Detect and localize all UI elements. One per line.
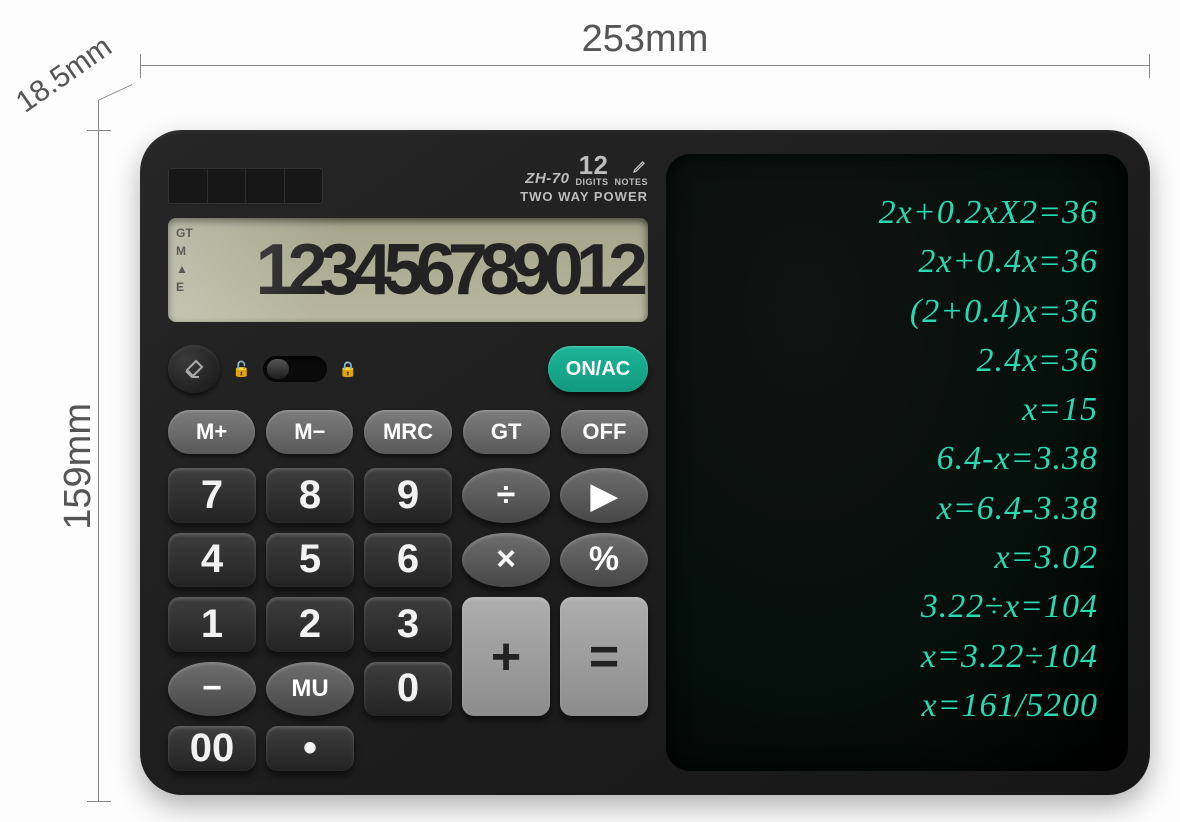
dimension-height-label: 159mm	[57, 403, 100, 530]
key-plus[interactable]: +	[462, 597, 550, 716]
erase-button[interactable]	[168, 345, 220, 393]
key-minus[interactable]: −	[168, 662, 256, 716]
writing-pad[interactable]: 2x+0.2xX2=36 2x+0.4x=36 (2+0.4)x=36 2.4x…	[666, 154, 1128, 771]
key-equals[interactable]: =	[560, 597, 648, 716]
calculator-header: ZH-70 12 DIGITS NOTES TWO WAY POWER	[168, 154, 648, 204]
key-percent[interactable]: %	[560, 533, 648, 587]
mrc-button[interactable]: MRC	[364, 410, 451, 454]
note-line: x=15	[696, 385, 1098, 434]
key-correct[interactable]: ▶	[560, 468, 648, 522]
m-minus-button[interactable]: M−	[266, 410, 353, 454]
key-0[interactable]: 0	[364, 662, 452, 716]
note-line: 6.4-x=3.38	[696, 434, 1098, 483]
solar-panel	[168, 168, 323, 204]
keypad: 7 8 9 ÷ ▶ 4 5 6 × % 1 2 3 − MU 0 00 • + …	[168, 468, 648, 771]
lock-icon: 🔒	[339, 360, 358, 378]
lock-switch[interactable]	[263, 356, 327, 382]
power-label: TWO WAY POWER	[520, 189, 648, 204]
note-line: 3.22÷x=104	[696, 582, 1098, 631]
key-6[interactable]: 6	[364, 533, 452, 587]
key-00[interactable]: 00	[168, 726, 256, 771]
key-3[interactable]: 3	[364, 597, 452, 651]
key-1[interactable]: 1	[168, 597, 256, 651]
notes-label: NOTES	[614, 177, 648, 187]
model-label: ZH-70	[525, 170, 569, 187]
lcd-value: 123456789012	[255, 229, 640, 311]
key-5[interactable]: 5	[266, 533, 354, 587]
note-line: 2.4x=36	[696, 336, 1098, 385]
key-7[interactable]: 7	[168, 468, 256, 522]
key-mu[interactable]: MU	[266, 662, 354, 716]
key-2[interactable]: 2	[266, 597, 354, 651]
key-point[interactable]: •	[266, 726, 354, 771]
key-divide[interactable]: ÷	[462, 468, 550, 522]
dimension-height: 159mm	[48, 130, 108, 802]
pencil-icon: NOTES	[614, 158, 648, 187]
branding-block: ZH-70 12 DIGITS NOTES TWO WAY POWER	[520, 154, 648, 204]
dimension-width-label: 253mm	[582, 18, 709, 61]
dimension-width: 253mm	[140, 18, 1150, 78]
erase-icon	[182, 357, 206, 381]
memory-row: M+ M− MRC GT OFF	[168, 410, 648, 454]
note-line: x=161/5200	[696, 681, 1098, 730]
lcd-suffix: -	[629, 270, 638, 302]
calculator-device: ZH-70 12 DIGITS NOTES TWO WAY POWER GT M	[140, 130, 1150, 795]
dimension-depth-tick	[98, 84, 132, 134]
digits-label: DIGITS	[575, 177, 608, 187]
gt-button[interactable]: GT	[463, 410, 550, 454]
digits-number: 12	[579, 150, 609, 180]
m-plus-button[interactable]: M+	[168, 410, 255, 454]
unlock-icon: 🔓	[232, 360, 251, 378]
key-9[interactable]: 9	[364, 468, 452, 522]
lcd-display: GT M ▲ E 123456789012 -	[168, 218, 648, 322]
key-8[interactable]: 8	[266, 468, 354, 522]
function-row: 🔓 🔒 ON/AC	[168, 344, 648, 394]
calculator-panel: ZH-70 12 DIGITS NOTES TWO WAY POWER GT M	[168, 154, 648, 771]
on-ac-button[interactable]: ON/AC	[548, 346, 648, 392]
note-line: x=3.02	[696, 533, 1098, 582]
note-line: x=6.4-3.38	[696, 484, 1098, 533]
note-line: 2x+0.2xX2=36	[696, 188, 1098, 237]
note-line: x=3.22÷104	[696, 632, 1098, 681]
key-multiply[interactable]: ×	[462, 533, 550, 587]
note-line: 2x+0.4x=36	[696, 237, 1098, 286]
off-button[interactable]: OFF	[561, 410, 648, 454]
note-line: (2+0.4)x=36	[696, 287, 1098, 336]
lcd-indicators: GT M ▲ E	[176, 226, 193, 294]
key-4[interactable]: 4	[168, 533, 256, 587]
